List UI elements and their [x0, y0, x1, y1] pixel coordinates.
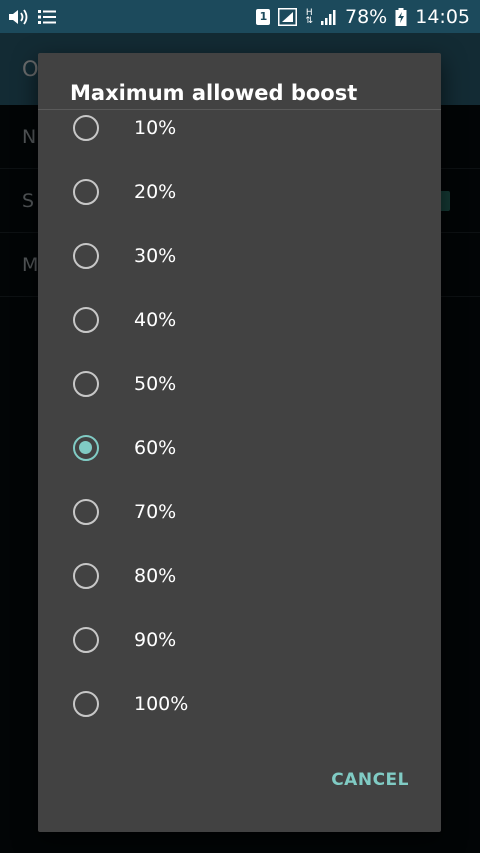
radio-option-40[interactable]: 40% [38, 288, 441, 352]
dialog-divider [38, 109, 441, 110]
signal-icon [321, 9, 337, 25]
radio-button-icon[interactable] [73, 115, 99, 141]
radio-option-100[interactable]: 100% [38, 672, 441, 736]
radio-option-10[interactable]: 10% [38, 96, 441, 160]
radio-button-icon[interactable] [73, 563, 99, 589]
clock: 14:05 [415, 5, 470, 28]
radio-option-label: 70% [134, 501, 177, 523]
radio-button-icon[interactable] [73, 691, 99, 717]
battery-charging-icon [395, 7, 407, 26]
radio-option-label: 60% [134, 437, 177, 459]
status-left [8, 8, 56, 26]
boost-dialog: Maximum allowed boost 10% 20% 30% 40% 50… [38, 53, 441, 832]
radio-button-icon[interactable] [73, 627, 99, 653]
radio-button-icon[interactable] [73, 499, 99, 525]
radio-option-90[interactable]: 90% [38, 608, 441, 672]
radio-option-50[interactable]: 50% [38, 352, 441, 416]
radio-option-label: 90% [134, 629, 177, 651]
radio-option-60[interactable]: 60% [38, 416, 441, 480]
radio-button-icon[interactable] [73, 371, 99, 397]
radio-button-icon[interactable] [73, 243, 99, 269]
radio-option-label: 20% [134, 181, 177, 203]
radio-option-label: 10% [134, 117, 177, 139]
status-right: 1 H ⇅ 78% 14:05 [256, 6, 470, 28]
radio-option-20[interactable]: 20% [38, 160, 441, 224]
radio-option-label: 40% [134, 309, 177, 331]
hspa-icon: H ⇅ [305, 7, 313, 26]
radio-options: 10% 20% 30% 40% 50% 60% 70% 80% 90% 100% [38, 96, 441, 736]
cancel-button[interactable]: CANCEL [331, 770, 409, 790]
list-icon [38, 9, 56, 25]
signal-box-icon [278, 7, 298, 26]
network-type-label: H [305, 7, 313, 18]
radio-button-icon[interactable] [73, 179, 99, 205]
radio-option-label: 100% [134, 693, 189, 715]
radio-button-icon[interactable] [73, 307, 99, 333]
radio-option-label: 50% [134, 373, 177, 395]
radio-option-70[interactable]: 70% [38, 480, 441, 544]
radio-option-label: 80% [134, 565, 177, 587]
radio-option-30[interactable]: 30% [38, 224, 441, 288]
radio-option-80[interactable]: 80% [38, 544, 441, 608]
battery-percent: 78% [345, 5, 388, 28]
screen: 1 H ⇅ 78% 14:05 Maximum allowed boost 10… [0, 0, 480, 853]
sim-icon: 1 [256, 8, 271, 25]
radio-option-label: 30% [134, 245, 177, 267]
status-bar: 1 H ⇅ 78% 14:05 [0, 0, 480, 33]
radio-button-selected-icon[interactable] [73, 435, 99, 461]
volume-icon [8, 8, 30, 26]
